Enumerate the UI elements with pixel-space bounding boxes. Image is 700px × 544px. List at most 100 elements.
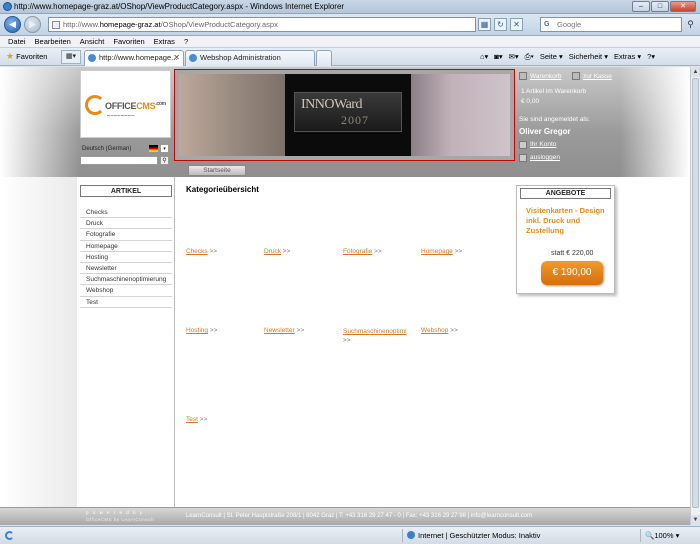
minimize-button[interactable]: – [632,1,650,12]
stop-icon[interactable]: ✕ [510,18,523,31]
footer-address: LearnConsult | St. Peter Hauptstraße 208… [186,513,532,519]
security-zone-label: Internet | Geschützter Modus: Inaktiv [418,531,541,540]
help-icon[interactable]: ?▾ [647,51,655,63]
menu-view[interactable]: Ansicht [80,36,105,47]
sidebar-item-checks[interactable]: Checks [80,207,172,219]
category-seo[interactable]: Suchmaschinenoptimi >> [343,327,415,345]
sidebar-item-webshop[interactable]: Webshop [80,285,172,297]
offer-description[interactable]: Visitenkarten - Design inkl. Druck und Z… [526,206,610,236]
home-icon[interactable]: ⌂▾ [480,51,488,63]
vertical-scrollbar[interactable]: ▲ ▼ [690,67,700,525]
category-homepage[interactable]: Homepage >> [421,248,462,255]
category-test[interactable]: Test >> [186,416,207,423]
left-gutter [0,177,77,525]
new-tab-button[interactable] [316,50,332,66]
sidebar-item-hosting[interactable]: Hosting [80,252,172,263]
url-field[interactable]: http://www.homepage-graz.at/OShop/ViewPr… [48,17,476,32]
nav-start-button[interactable]: Startseite [188,165,246,176]
url-domain: homepage-graz.at [99,20,161,29]
account-link[interactable]: Ihr Konto [530,141,556,148]
checkout-icon [572,72,580,80]
scroll-up-icon[interactable]: ▲ [691,67,700,77]
offer-title: ANGEBOTE [520,188,611,199]
logo-tagline: ▬▬▬▬▬▬▬▬ [107,113,135,117]
language-dropdown[interactable]: ▾ [160,144,169,153]
category-hosting[interactable]: Hosting >> [186,327,217,334]
search-placeholder: Google [557,20,582,29]
cart-total: € 0,00 [521,98,540,105]
site-logo[interactable]: OFFICECMS.com ▬▬▬▬▬▬▬▬ [80,70,171,138]
favorites-button[interactable]: ★ Favoriten [6,51,47,62]
page-menu[interactable]: Seite ▾ [540,51,563,63]
logged-in-text: Sie sind angemeldet als: [519,116,590,123]
security-zone[interactable]: Internet | Geschützter Modus: Inaktiv [407,531,540,540]
cart-link[interactable]: Warenkorb [530,73,562,80]
logout-link[interactable]: ausloggen [530,154,560,161]
header-banner: INNOWard 2007 [174,69,515,161]
back-button[interactable]: ◀ [4,16,21,33]
tab-bar: ★ Favoriten ▦▾ http://www.homepage... ✕ W… [0,48,700,66]
category-checks[interactable]: Checks >> [186,248,217,255]
sidebar-item-druck[interactable]: Druck [80,218,172,230]
mail-icon[interactable]: ✉▾ [509,51,519,63]
menu-file[interactable]: Datei [8,36,26,47]
sidebar-item-test[interactable]: Test [80,297,172,308]
tools-menu[interactable]: Extras ▾ [614,51,641,63]
close-window-button[interactable]: ✕ [670,1,696,12]
status-divider [402,529,403,542]
print-icon[interactable]: ⎙▾ [525,51,534,63]
favorites-label: Favoriten [16,52,48,61]
address-bar: ◀ ▶ http://www.homepage-graz.at/OShop/Vi… [0,14,700,36]
menu-favorites[interactable]: Favoriten [113,36,144,47]
zoom-control[interactable]: 🔍100% ▾ [645,531,679,540]
page-icon [52,21,60,29]
banner-image-left [179,74,285,156]
checkout-link[interactable]: zur Kasse [583,73,612,80]
sidebar-item-fotografie[interactable]: Fotografie [80,229,172,241]
offer-price-button[interactable]: € 190,00 [541,261,603,285]
tab-webshop-admin[interactable]: Webshop Administration [185,50,315,66]
compat-view-icon[interactable]: ▦ [478,18,491,31]
site-footer: p o w e r e d b y OfficeCMS by LearnCons… [0,507,690,525]
search-input[interactable]: G Google [540,17,682,32]
scroll-down-icon[interactable]: ▼ [691,515,700,525]
header-fade-left [0,67,80,177]
globe-icon [407,531,415,539]
site-search-input[interactable] [80,156,158,165]
category-newsletter[interactable]: Newsletter >> [264,327,304,334]
forward-button[interactable]: ▶ [24,16,41,33]
site-search-icon[interactable]: ⚲ [160,156,169,165]
status-bar: Internet | Geschützter Modus: Inaktiv 🔍1… [0,526,700,544]
close-tab-icon[interactable]: ✕ [173,51,180,65]
command-bar: ⌂▾ ◙▾ ✉▾ ⎙▾ Seite ▾ Sicherheit ▾ Extras … [480,51,655,63]
url-prefix: http://www. [63,20,100,29]
feeds-icon[interactable]: ◙▾ [494,51,502,63]
sidebar-item-newsletter[interactable]: Newsletter [80,263,172,275]
maximize-button[interactable]: □ [651,1,669,12]
cart-panel: Warenkorb zur Kasse 1 Artikel im Warenko… [519,71,629,171]
menu-help[interactable]: ? [184,36,188,47]
site-header: OFFICECMS.com ▬▬▬▬▬▬▬▬ Deutsch (German) … [0,67,690,177]
ie-icon [3,2,12,11]
sidebar-item-homepage[interactable]: Homepage [80,241,172,252]
german-flag-icon[interactable] [149,145,158,152]
sidebar-item-seo[interactable]: Suchmaschinenoptimierung [80,274,172,286]
menu-tools[interactable]: Extras [154,36,175,47]
tab-label: http://www.homepage... [99,53,178,62]
google-icon: G [544,21,550,28]
offer-old-price: statt € 220,00 [551,250,594,257]
search-icon[interactable]: ⚲ [684,18,697,31]
logout-icon [519,154,527,162]
quick-tabs-button[interactable]: ▦▾ [61,50,81,64]
category-webshop[interactable]: Webshop >> [421,327,458,334]
menu-edit[interactable]: Bearbeiten [35,36,71,47]
tab-shop[interactable]: http://www.homepage... ✕ [84,50,184,66]
refresh-icon[interactable]: ↻ [494,18,507,31]
category-druck[interactable]: Druck >> [264,248,290,255]
menu-bar: Datei Bearbeiten Ansicht Favoriten Extra… [0,36,700,48]
scroll-thumb[interactable] [692,78,699,508]
category-fotografie[interactable]: Fotografie >> [343,248,382,255]
security-menu[interactable]: Sicherheit ▾ [569,51,608,63]
window-title: http://www.homepage-graz.at/OShop/ViewPr… [14,2,345,11]
powered-by: p o w e r e d b y [86,510,144,515]
